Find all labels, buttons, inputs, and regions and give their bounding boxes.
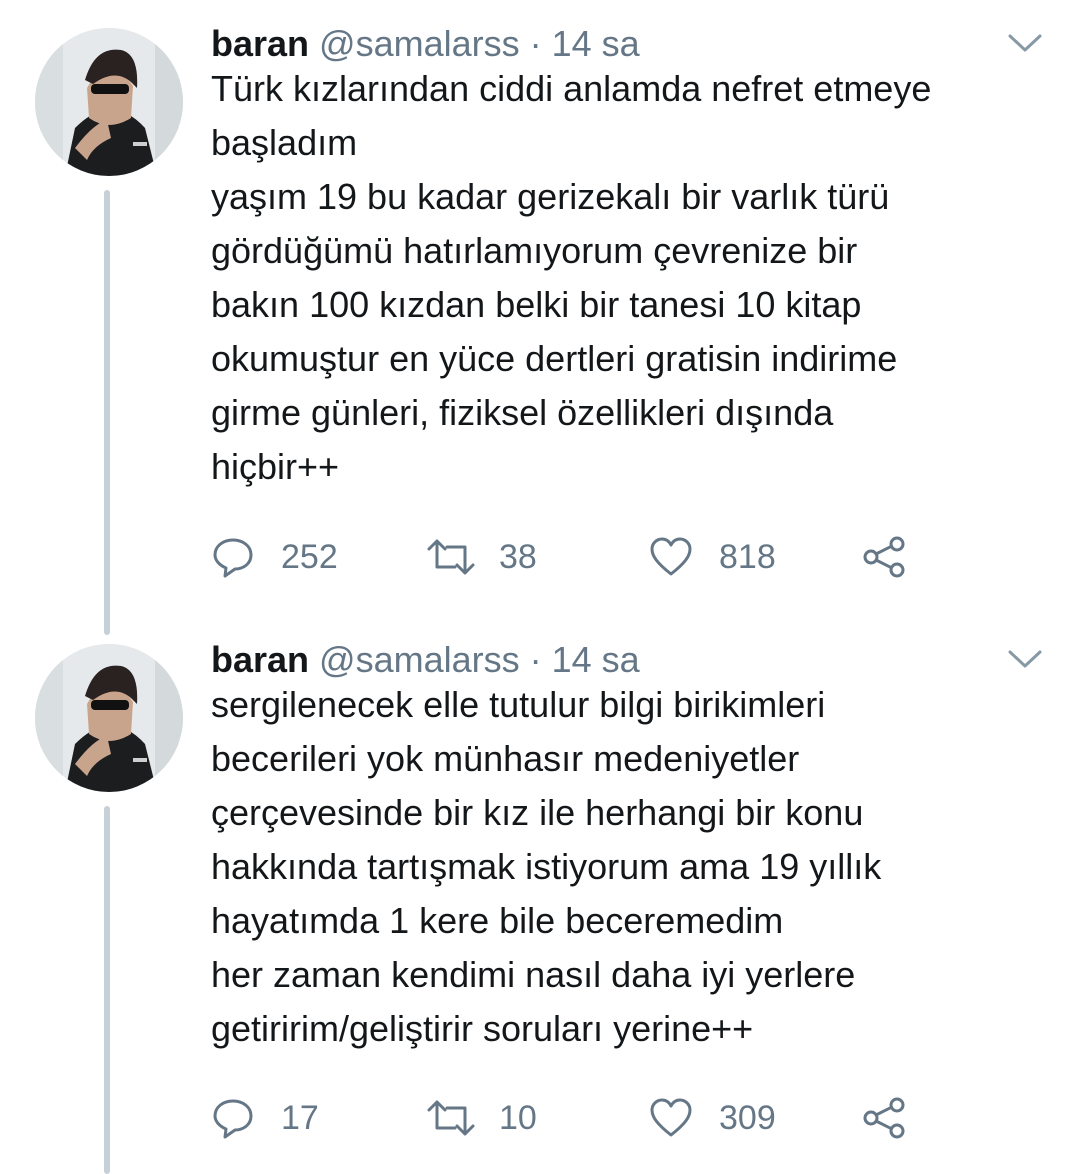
reply-count: 252 (281, 537, 338, 576)
share-button[interactable] (861, 1090, 907, 1146)
reply-icon (211, 535, 255, 579)
tweet[interactable]: baran @samalarss · 14 sa Türk kızlarında… (0, 18, 1080, 618)
reply-count: 17 (281, 1098, 319, 1137)
avatar[interactable] (35, 644, 183, 792)
retweet-button[interactable]: 38 (425, 529, 537, 585)
like-button[interactable]: 309 (649, 1090, 776, 1146)
tweet-text-line: hakkında tartışmak istiyorum ama 19 yıll… (211, 846, 882, 887)
like-count: 818 (719, 537, 776, 576)
retweet-button[interactable]: 10 (425, 1090, 537, 1146)
reply-icon (211, 1096, 255, 1140)
heart-icon (649, 535, 693, 579)
tweet-text-line: getiririm/geliştirir soruları yerine++ (211, 1008, 754, 1049)
tweet-text-line: bakın 100 kızdan belki bir tanesi 10 kit… (211, 284, 862, 325)
tweet-text-line: her zaman kendimi nasıl daha iyi yerlere (211, 954, 856, 995)
heart-icon (649, 1096, 693, 1140)
tweet-text-line: hayatımda 1 kere bile beceremedim (211, 900, 784, 941)
tweet-text-line: başladım (211, 122, 358, 163)
tweet-text: Türk kızlarından ciddi anlamda nefret et… (211, 62, 1051, 494)
tweet-text: sergilenecek elle tutulur bilgi birikiml… (211, 678, 1051, 1056)
tweet-text-line: girme günleri, fiziksel özellikleri dışı… (211, 392, 834, 433)
tweet-text-line: çerçevesinde bir kız ile herhangi bir ko… (211, 792, 864, 833)
tweet-text-line: hiçbir++ (211, 446, 340, 487)
reply-button[interactable]: 17 (211, 1090, 319, 1146)
retweet-icon (425, 1096, 477, 1140)
like-button[interactable]: 818 (649, 529, 776, 585)
chevron-down-icon[interactable] (1004, 28, 1046, 58)
tweet-text-line: yaşım 19 bu kadar gerizekalı bir varlık … (211, 176, 890, 217)
tweet-text-line: okumuştur en yüce dertleri gratisin indi… (211, 338, 898, 379)
retweet-count: 38 (499, 537, 537, 576)
retweet-count: 10 (499, 1098, 537, 1137)
tweet-text-line: Türk kızlarından ciddi anlamda nefret et… (211, 68, 932, 109)
like-count: 309 (719, 1098, 776, 1137)
share-icon (861, 535, 907, 579)
retweet-icon (425, 535, 477, 579)
tweet-actions: 252 38 818 (211, 529, 971, 585)
tweet-text-line: becerileri yok münhasır medeniyetler (211, 738, 800, 779)
tweet-text-line: sergilenecek elle tutulur bilgi birikiml… (211, 684, 826, 725)
share-button[interactable] (861, 529, 907, 585)
tweet[interactable]: baran @samalarss · 14 sa sergilenecek el… (0, 634, 1080, 1174)
avatar[interactable] (35, 28, 183, 176)
tweet-actions: 17 10 309 (211, 1090, 971, 1146)
reply-button[interactable]: 252 (211, 529, 338, 585)
chevron-down-icon[interactable] (1004, 644, 1046, 674)
tweet-text-line: gördüğümü hatırlamıyorum çevrenize bir (211, 230, 858, 271)
share-icon (861, 1096, 907, 1140)
